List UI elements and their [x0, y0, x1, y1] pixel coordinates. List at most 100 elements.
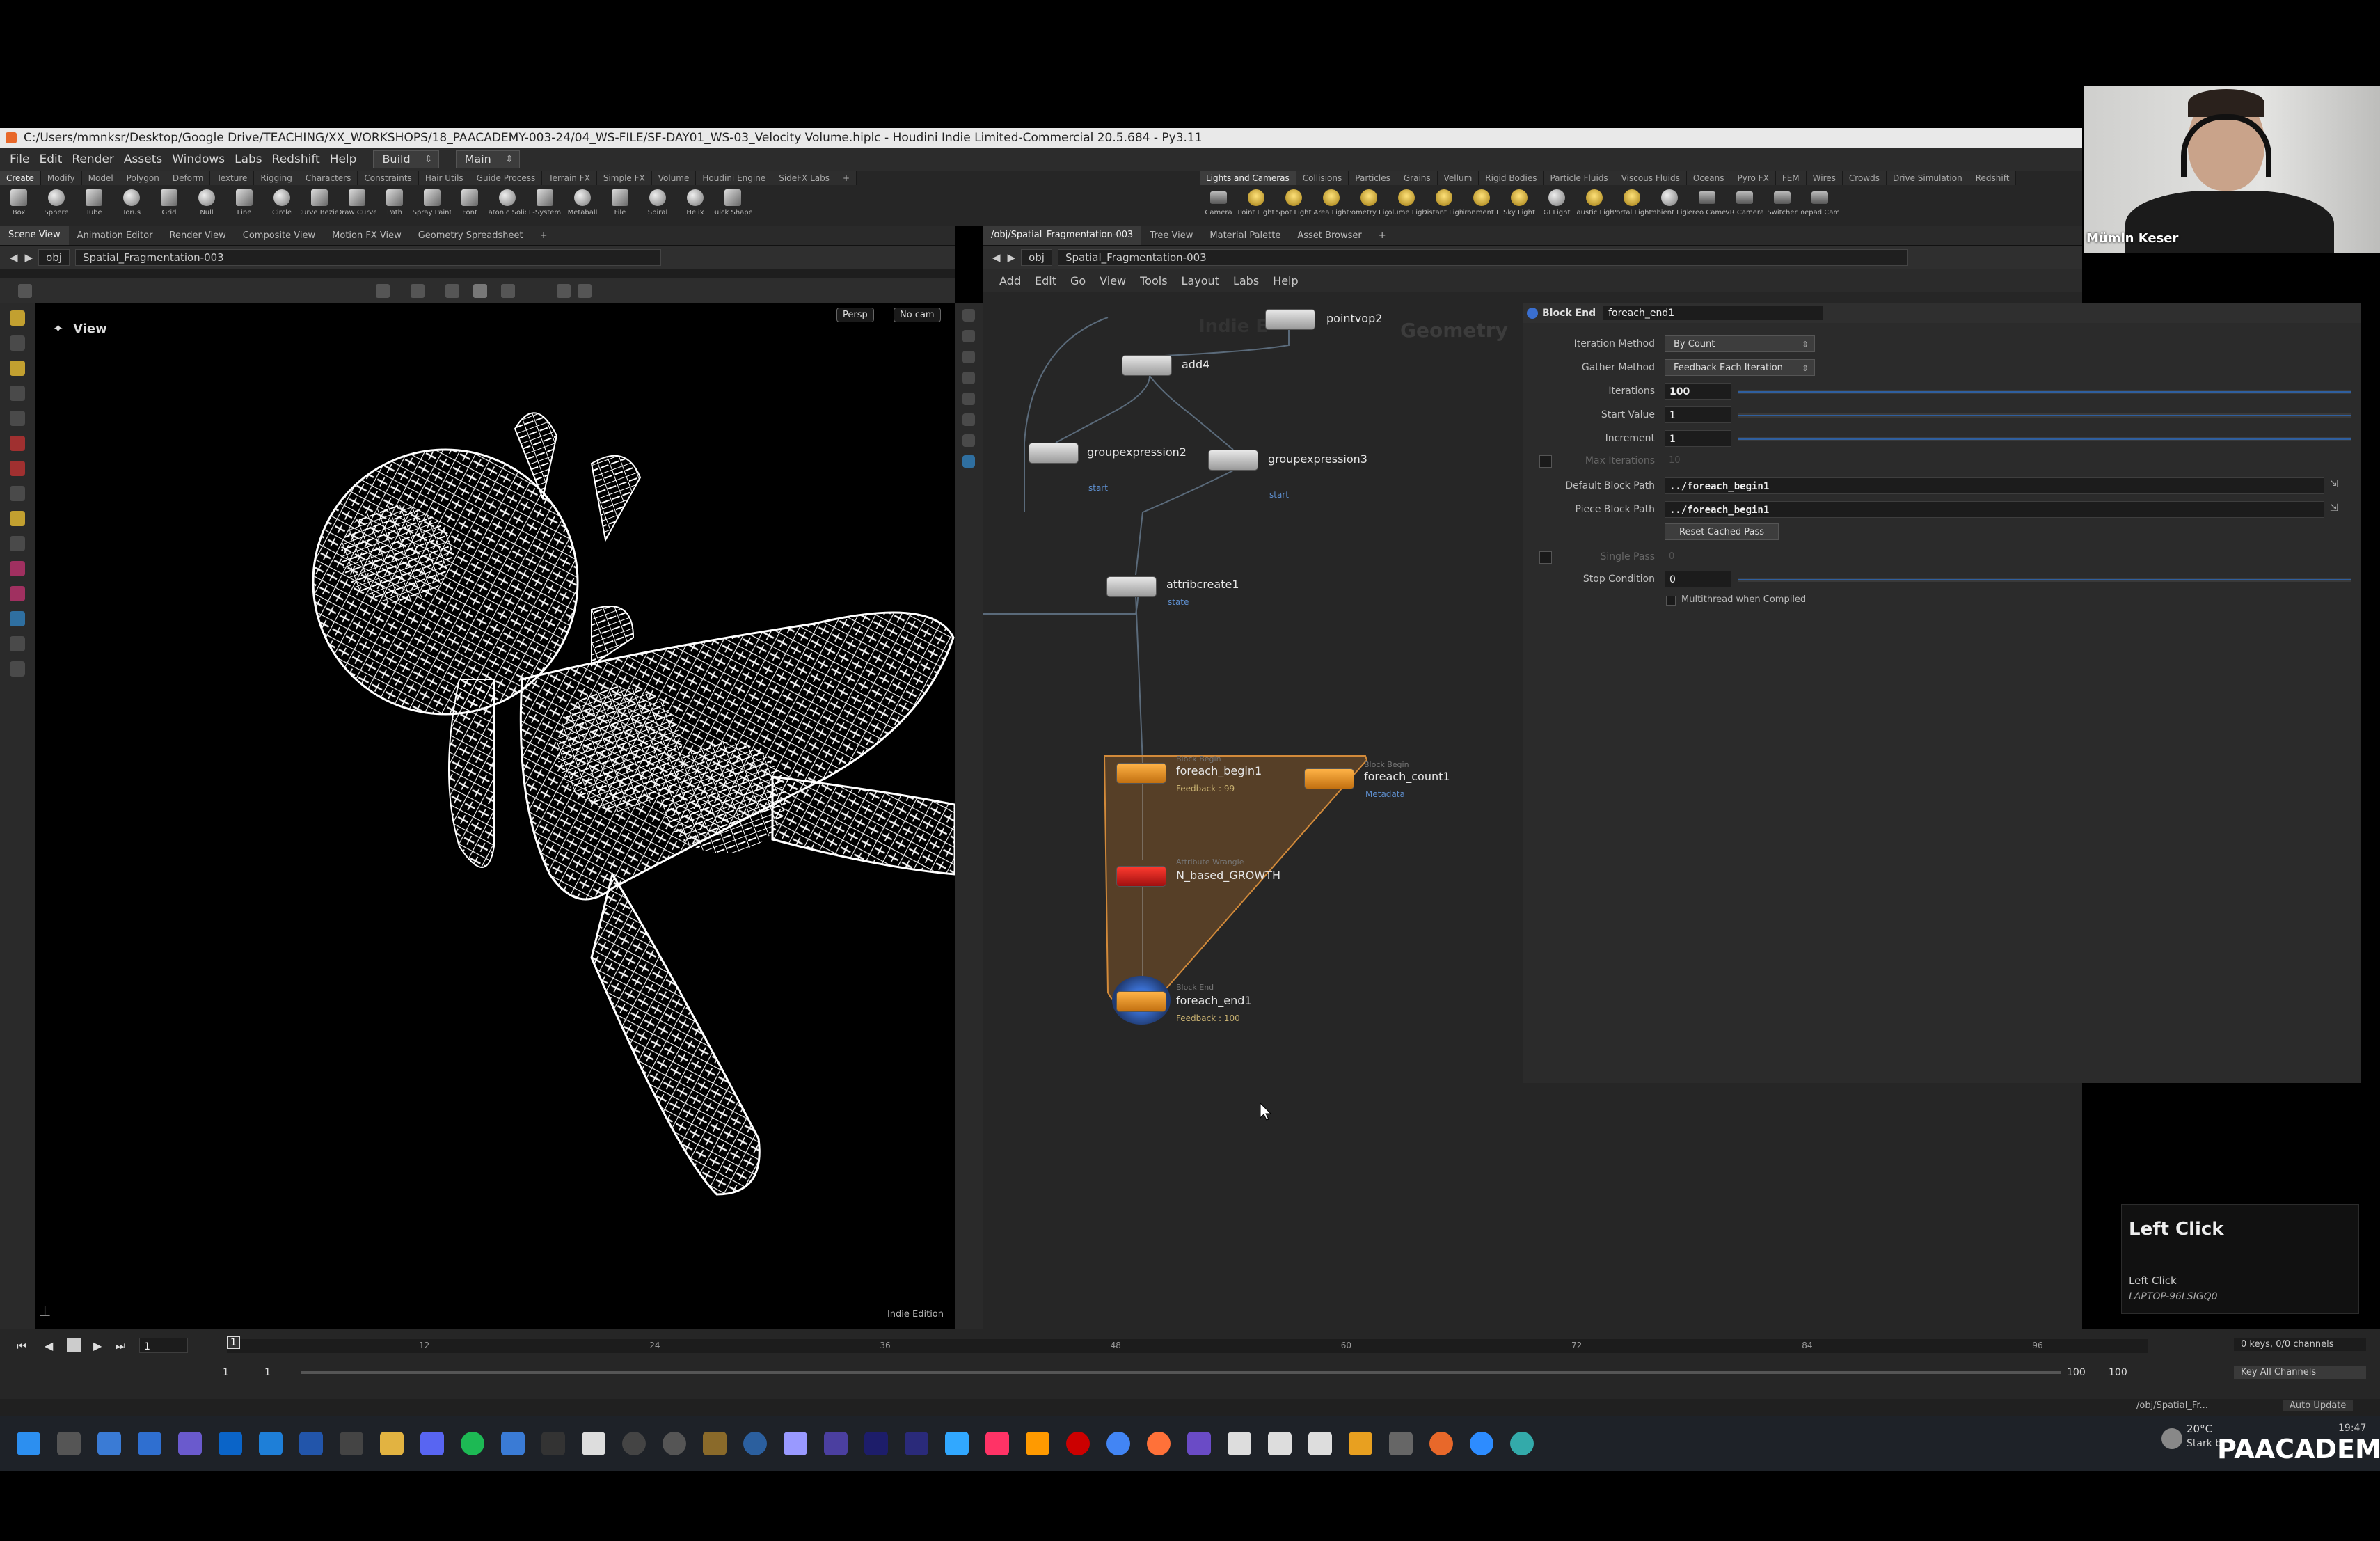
tool-spiral[interactable]: Spiral — [639, 185, 676, 224]
shelf-tab[interactable]: Simple FX — [596, 171, 652, 185]
shelf-tab[interactable]: Houdini Engine — [696, 171, 773, 185]
task-view-icon[interactable] — [57, 1432, 81, 1455]
app-icon[interactable] — [541, 1432, 565, 1455]
node-groupexpression3[interactable] — [1208, 450, 1258, 471]
display-option-icon[interactable] — [962, 351, 975, 363]
shelf-tab[interactable]: Rigging — [254, 171, 299, 185]
net-menu-go[interactable]: Go — [1070, 274, 1086, 287]
tab-composite-view[interactable]: Composite View — [235, 230, 324, 241]
shelf-tab[interactable]: Wires — [1806, 171, 1843, 185]
tool-geometry-light[interactable]: Geometry Light — [1350, 185, 1388, 224]
tool-spot-light[interactable]: Spot Light — [1275, 185, 1312, 224]
tool-sphere[interactable]: Sphere — [38, 185, 75, 224]
tool-caustic-light[interactable]: Caustic Light — [1576, 185, 1613, 224]
iteration-method-dropdown[interactable]: By Count — [1665, 335, 1815, 353]
shading-tool-icon[interactable] — [501, 284, 515, 298]
tool-tube[interactable]: Tube — [75, 185, 113, 224]
back-arrow-icon[interactable]: ◀ — [992, 251, 1001, 264]
snap-tool-icon[interactable] — [445, 284, 459, 298]
shelf-tab[interactable]: Guide Process — [470, 171, 543, 185]
grid-menu-icon[interactable] — [18, 284, 32, 298]
camera-view-icon[interactable] — [10, 611, 25, 626]
tool-environment-light[interactable]: Environment Light — [1463, 185, 1500, 224]
tab-render-view[interactable]: Render View — [161, 230, 235, 241]
blender-icon[interactable] — [663, 1432, 686, 1455]
forward-arrow-icon[interactable]: ▶ — [1008, 251, 1016, 264]
shelf-tab[interactable]: Particles — [1349, 171, 1397, 185]
add-tab-icon[interactable]: + — [1370, 230, 1395, 241]
net-menu-layout[interactable]: Layout — [1182, 274, 1219, 287]
reset-cached-pass-button[interactable]: Reset Cached Pass — [1665, 523, 1779, 540]
tab-scene-view[interactable]: Scene View — [0, 226, 69, 245]
path-root[interactable]: obj — [1021, 249, 1052, 266]
photos-icon[interactable] — [97, 1432, 121, 1455]
range-end[interactable]: 100 — [2067, 1367, 2086, 1378]
illustrator-icon[interactable] — [1026, 1432, 1049, 1455]
tool-point-light[interactable]: Point Light — [1237, 185, 1275, 224]
tool-quick-shapes[interactable]: Quick Shapes — [714, 185, 752, 224]
tool-helix[interactable]: Helix — [676, 185, 714, 224]
tool-grid[interactable]: Grid — [150, 185, 188, 224]
menu-windows[interactable]: Windows — [172, 152, 225, 166]
tool-file[interactable]: File — [601, 185, 639, 224]
rhino-icon[interactable] — [1268, 1432, 1292, 1455]
shelf-tab[interactable]: Viscous Fluids — [1615, 171, 1687, 185]
app-icon[interactable] — [582, 1432, 605, 1455]
pose-icon[interactable] — [10, 386, 25, 401]
tool-vr-camera[interactable]: VR Camera — [1726, 185, 1763, 224]
shelf-tab[interactable]: Oceans — [1686, 171, 1731, 185]
shelf-tab[interactable]: Drive Simulation — [1886, 171, 1969, 185]
tab-motion-fx-view[interactable]: Motion FX View — [324, 230, 410, 241]
shelf-tab[interactable]: Model — [81, 171, 120, 185]
menu-file[interactable]: File — [10, 152, 29, 166]
shelf-tab-create[interactable]: Create — [0, 171, 41, 185]
tool-portal-light[interactable]: Portal Light — [1613, 185, 1651, 224]
timeline-ruler[interactable]: 1 12 24 36 48 60 72 84 96 — [227, 1336, 2148, 1353]
display-tool-icon[interactable] — [473, 284, 487, 298]
back-arrow-icon[interactable]: ◀ — [10, 251, 18, 264]
node-add4[interactable] — [1122, 355, 1172, 376]
tool-circle[interactable]: Circle — [263, 185, 301, 224]
add-shelf-tab-icon[interactable]: + — [836, 171, 857, 185]
app-icon[interactable] — [340, 1432, 363, 1455]
constraint-icon[interactable] — [10, 586, 25, 601]
jump-start-icon[interactable]: ⏮ — [17, 1339, 26, 1353]
weather-icon[interactable] — [2161, 1428, 2182, 1449]
gather-method-dropdown[interactable]: Feedback Each Iteration — [1665, 359, 1815, 377]
windows-start-icon[interactable] — [17, 1432, 40, 1455]
tab-animation-editor[interactable]: Animation Editor — [69, 230, 161, 241]
premiere-icon[interactable] — [824, 1432, 848, 1455]
tool-sky-light[interactable]: Sky Light — [1500, 185, 1538, 224]
add-tab-icon[interactable]: + — [532, 230, 556, 241]
spotify-icon[interactable] — [461, 1432, 484, 1455]
tool-null[interactable]: Null — [188, 185, 225, 224]
menu-render[interactable]: Render — [72, 152, 114, 166]
range-slider[interactable] — [301, 1371, 2061, 1374]
premiere-alt-icon[interactable] — [905, 1432, 928, 1455]
multithread-checkbox[interactable] — [1666, 596, 1676, 606]
tool-l-system[interactable]: L-System — [526, 185, 564, 224]
display-option-icon[interactable] — [962, 455, 975, 468]
shelf-tab-lights-cameras[interactable]: Lights and Cameras — [1200, 171, 1296, 185]
app-icon[interactable] — [743, 1432, 767, 1455]
param-node-name[interactable]: foreach_end1 — [1603, 306, 1823, 320]
zoom-icon[interactable] — [1470, 1432, 1493, 1455]
net-menu-edit[interactable]: Edit — [1035, 274, 1056, 287]
shelf-tab[interactable]: Pyro FX — [1731, 171, 1776, 185]
record-icon[interactable] — [10, 436, 25, 451]
tool-ambient-light[interactable]: Ambient Light — [1651, 185, 1688, 224]
tool-volume-light[interactable]: Volume Light — [1388, 185, 1425, 224]
path-node[interactable]: Spatial_Fragmentation-003 — [74, 249, 661, 266]
shelf-tab[interactable]: Characters — [299, 171, 358, 185]
lock-icon[interactable] — [10, 411, 25, 426]
shelf-tab[interactable]: SideFX Labs — [772, 171, 836, 185]
play-icon[interactable]: ▶ — [93, 1339, 102, 1352]
tool-curve-bezier[interactable]: Curve Bezier — [301, 185, 338, 224]
app-icon[interactable] — [622, 1432, 646, 1455]
menu-redshift[interactable]: Redshift — [272, 152, 320, 166]
display-option-icon[interactable] — [962, 372, 975, 384]
net-menu-tools[interactable]: Tools — [1140, 274, 1167, 287]
desktop-dropdown[interactable]: Build — [373, 150, 439, 168]
shelf-tab[interactable]: Rigid Bodies — [1479, 171, 1544, 185]
menu-assets[interactable]: Assets — [124, 152, 162, 166]
